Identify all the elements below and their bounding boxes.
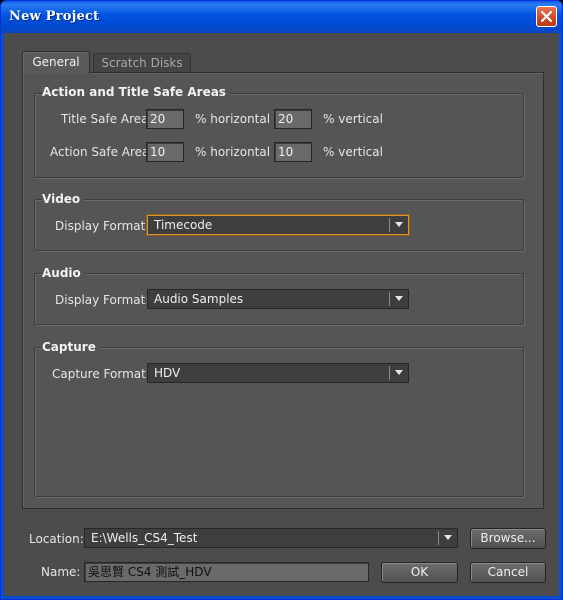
audio-display-format-label: Display Format:	[55, 293, 150, 307]
window-title: New Project	[9, 9, 100, 24]
action-safe-vertical-unit: % vertical	[323, 145, 383, 159]
new-project-dialog: New Project General Scratch Disks Action…	[0, 0, 563, 600]
title-bar[interactable]: New Project	[1, 1, 562, 33]
chevron-down-icon	[395, 296, 403, 301]
action-safe-horizontal-unit: % horizontal	[195, 145, 271, 159]
audio-display-format-dropdown[interactable]: Audio Samples	[147, 289, 409, 309]
video-display-format-value: Timecode	[154, 218, 213, 232]
location-value: E:\Wells_CS4_Test	[91, 531, 198, 545]
location-dropdown[interactable]: E:\Wells_CS4_Test	[84, 528, 458, 548]
video-display-format-label: Display Format:	[55, 219, 150, 233]
video-heading: Video	[42, 192, 85, 206]
tab-scratch-disks[interactable]: Scratch Disks	[93, 53, 191, 73]
video-display-format-dropdown[interactable]: Timecode	[147, 215, 409, 235]
chevron-down-icon	[395, 370, 403, 375]
title-safe-horizontal-input[interactable]: 20	[146, 109, 184, 129]
location-label: Location:	[29, 532, 84, 546]
title-safe-label: Title Safe Area	[61, 112, 149, 126]
dropdown-separator	[389, 366, 390, 380]
name-label: Name:	[41, 565, 81, 579]
close-button[interactable]	[536, 6, 557, 27]
title-safe-horizontal-unit: % horizontal	[195, 112, 271, 126]
cancel-button[interactable]: Cancel	[470, 562, 546, 583]
audio-heading: Audio	[42, 266, 85, 280]
capture-heading: Capture	[42, 340, 100, 354]
action-safe-vertical-input[interactable]: 10	[274, 142, 312, 162]
dropdown-separator	[389, 218, 390, 232]
project-name-input[interactable]: 吳思賢 CS4 測試_HDV	[84, 562, 369, 582]
browse-button[interactable]: Browse...	[470, 528, 546, 549]
close-icon	[541, 11, 552, 22]
tab-general[interactable]: General	[22, 51, 90, 74]
safe-areas-group	[34, 93, 524, 178]
dropdown-separator	[389, 292, 390, 306]
safe-areas-heading: Action and Title Safe Areas	[42, 85, 230, 99]
audio-display-format-value: Audio Samples	[154, 292, 244, 306]
window-frame-left	[1, 33, 4, 599]
title-safe-vertical-unit: % vertical	[323, 112, 383, 126]
capture-format-dropdown[interactable]: HDV	[147, 363, 409, 383]
action-safe-label: Action Safe Area	[50, 145, 150, 159]
title-safe-vertical-input[interactable]: 20	[274, 109, 312, 129]
chevron-down-icon	[444, 535, 452, 540]
capture-format-value: HDV	[154, 366, 181, 380]
dropdown-separator	[438, 531, 439, 545]
action-safe-horizontal-input[interactable]: 10	[146, 142, 184, 162]
window-frame-bottom	[1, 596, 562, 599]
window-frame-right	[559, 33, 562, 599]
capture-format-label: Capture Format:	[52, 367, 150, 381]
chevron-down-icon	[395, 222, 403, 227]
ok-button[interactable]: OK	[381, 562, 458, 583]
